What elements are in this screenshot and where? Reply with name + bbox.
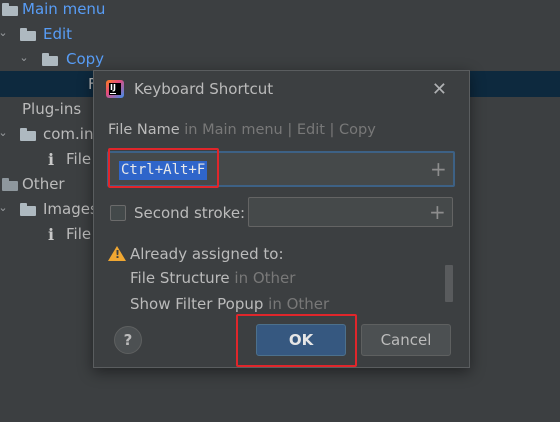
second-stroke-label: Second stroke:	[134, 204, 246, 222]
info-icon: i	[47, 150, 55, 169]
tree-item-label: File	[66, 150, 92, 168]
tree-item-label: Main menu	[22, 0, 106, 18]
folder-icon	[20, 128, 36, 141]
cancel-button[interactable]: Cancel	[361, 324, 451, 356]
assigned-action-context: in Other	[263, 295, 330, 313]
keyboard-shortcut-dialog: IJ Keyboard Shortcut ✕ File Name in Main…	[93, 70, 470, 368]
info-icon: i	[47, 225, 55, 244]
add-second-stroke-icon[interactable]: +	[429, 202, 446, 222]
action-path: File Name in Main menu | Edit | Copy	[108, 122, 376, 138]
path-prefix: in	[179, 122, 203, 138]
tree-item-label: Plug-ins	[22, 100, 82, 118]
folder-icon	[2, 178, 18, 191]
chevron-down-icon[interactable]: ⌄	[0, 195, 10, 220]
tree-item-label: Images	[43, 200, 98, 218]
tree-item-label: Copy	[66, 50, 105, 68]
folder-icon	[20, 28, 36, 41]
action-name: File Name	[108, 122, 180, 138]
highlight-ok-box	[236, 314, 357, 367]
assigned-action-name: Show Filter Popup	[130, 295, 264, 313]
close-icon[interactable]: ✕	[432, 79, 447, 100]
highlight-shortcut-box	[108, 148, 219, 188]
tree-item-label: com.in	[43, 125, 94, 143]
chevron-down-icon[interactable]: ⌄	[17, 45, 31, 70]
assigned-list-scrollbar[interactable]	[445, 265, 453, 302]
assigned-item: File Structure in Other	[130, 269, 295, 287]
action-path-text: Main menu | Edit | Copy	[202, 122, 376, 138]
folder-icon	[20, 203, 36, 216]
warning-mark: !	[115, 248, 121, 261]
tree-item-label: Edit	[43, 25, 73, 43]
chevron-down-icon[interactable]: ⌄	[0, 120, 10, 145]
intellij-logo-icon: IJ	[106, 80, 124, 98]
second-stroke-field[interactable]: +	[248, 197, 453, 227]
tree-item-label: Other	[22, 175, 65, 193]
assigned-item: Show Filter Popup in Other	[130, 295, 329, 313]
tree-item-label: File	[66, 225, 92, 243]
second-stroke-checkbox[interactable]	[110, 205, 126, 221]
dialog-title: Keyboard Shortcut	[134, 80, 274, 98]
folder-icon	[2, 3, 18, 16]
already-assigned-label: Already assigned to:	[130, 245, 284, 263]
chevron-down-icon[interactable]: ⌄	[0, 20, 10, 45]
help-button[interactable]: ?	[114, 326, 142, 354]
assigned-action-name: File Structure	[130, 269, 230, 287]
folder-icon	[42, 53, 58, 66]
add-stroke-icon[interactable]: +	[430, 159, 447, 179]
assigned-action-context: in Other	[229, 269, 296, 287]
